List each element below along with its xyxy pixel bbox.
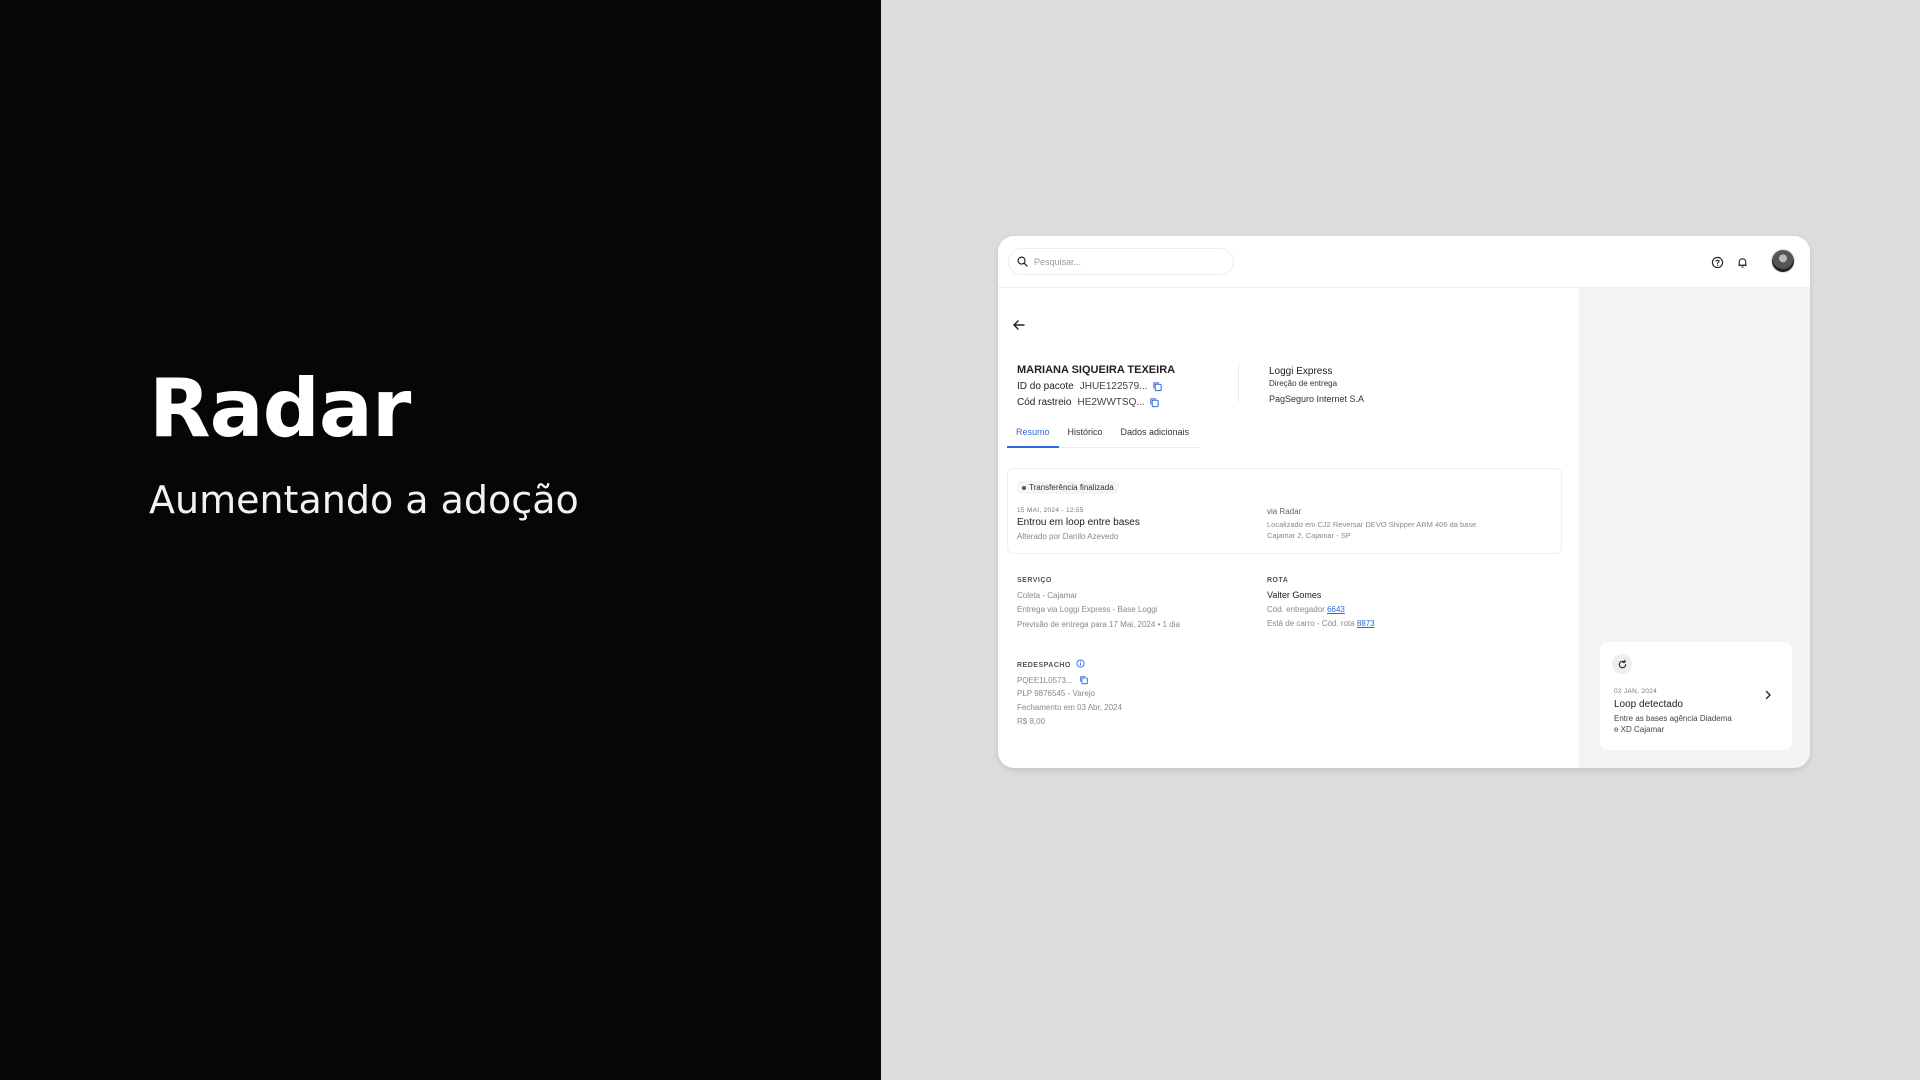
notification-date: 02 JAN, 2024 <box>1614 688 1657 695</box>
tracking-code-value: HE2WWTSQ... <box>1077 397 1145 408</box>
redispatch-closing: Fechamento em 03 Abr, 2024 <box>1017 703 1122 712</box>
redispatch-code: PQEE1L0573... <box>1017 676 1073 685</box>
route-label: ROTA <box>1267 577 1289 584</box>
notification-description-line1: Entre as bases agência Diadema <box>1614 714 1732 723</box>
hero-title: Radar <box>149 362 411 455</box>
tab-historico[interactable]: Histórico <box>1059 424 1112 448</box>
event-date: 15 MAI, 2024 - 12:55 <box>1017 507 1084 514</box>
service-label: SERVIÇO <box>1017 577 1052 584</box>
status-badge: Transferência finalizada <box>1017 481 1119 494</box>
notification-title: Loop detectado <box>1614 699 1683 710</box>
package-id-label: ID do pacote <box>1017 381 1074 392</box>
merchant-name: PagSeguro Internet S.A <box>1269 394 1365 404</box>
loop-notification-card[interactable]: 02 JAN, 2024 Loop detectado Entre as bas… <box>1600 642 1792 750</box>
copy-icon[interactable] <box>1079 675 1089 685</box>
route-code-label: Está de carro - Cód. rota <box>1267 619 1355 628</box>
service-line1: Coleta - Cajamar <box>1017 591 1078 600</box>
event-author: Alterado por Danilo Azevedo <box>1017 532 1119 541</box>
info-icon[interactable] <box>1076 659 1085 668</box>
bell-icon[interactable] <box>1735 255 1749 269</box>
tracking-code-label: Cód rastreio <box>1017 397 1072 408</box>
app-window: MARIANA SIQUEIRA TEXEIRA ID do pacote JH… <box>998 236 1810 768</box>
redispatch-label: REDESPACHO <box>1017 662 1071 669</box>
event-location-line2: Cajamar 2, Cajamar - SP <box>1267 531 1351 540</box>
hero-subtitle: Aumentando a adoção <box>149 478 579 522</box>
notification-description-line2: e XD Cajamar <box>1614 725 1665 734</box>
top-bar <box>998 236 1810 288</box>
search-icon <box>1017 256 1028 267</box>
help-circle-icon[interactable] <box>1710 255 1724 269</box>
event-card: Transferência finalizada 15 MAI, 2024 - … <box>1007 468 1562 554</box>
redispatch-plp: PLP 9876545 - Varejo <box>1017 689 1095 698</box>
tracking-code-row: Cód rastreio HE2WWTSQ... <box>1017 397 1160 408</box>
customer-name: MARIANA SIQUEIRA TEXEIRA <box>1017 364 1176 376</box>
search-input[interactable] <box>1034 256 1214 267</box>
redispatch-price: R$ 8,00 <box>1017 717 1046 726</box>
package-detail: MARIANA SIQUEIRA TEXEIRA ID do pacote JH… <box>998 288 1579 768</box>
driver-code-row: Cód. entregador 6643 <box>1267 605 1345 614</box>
driver-code-label: Cód. entregador <box>1267 605 1325 614</box>
avatar[interactable] <box>1771 249 1795 273</box>
back-arrow-icon[interactable] <box>1012 318 1026 332</box>
chevron-right-icon[interactable] <box>1763 690 1773 700</box>
redispatch-label-row: REDESPACHO <box>1017 659 1085 669</box>
copy-icon[interactable] <box>1149 397 1160 408</box>
status-label: Transferência finalizada <box>1029 483 1114 492</box>
copy-icon[interactable] <box>1152 381 1163 392</box>
status-dot <box>1022 485 1026 490</box>
package-id-value: JHUE122579... <box>1079 381 1148 392</box>
redispatch-code-row: PQEE1L0573... <box>1017 675 1089 685</box>
event-via: via Radar <box>1267 507 1302 516</box>
carrier-name: Loggi Express <box>1269 366 1333 377</box>
divider <box>1238 362 1239 402</box>
event-title: Entrou em loop entre bases <box>1017 517 1140 528</box>
route-code-row: Está de carro - Cód. rota 8873 <box>1267 619 1375 628</box>
tab-bar: Resumo Histórico Dados adicionais <box>1007 424 1200 448</box>
route-code-link[interactable]: 8873 <box>1357 619 1375 628</box>
search-box[interactable] <box>1008 248 1234 275</box>
package-id-row: ID do pacote JHUE122579... <box>1017 381 1163 392</box>
tab-dados-adicionais[interactable]: Dados adicionais <box>1112 424 1199 448</box>
driver-code-link[interactable]: 6643 <box>1327 605 1345 614</box>
refresh-icon <box>1612 654 1632 674</box>
tab-resumo[interactable]: Resumo <box>1007 424 1059 448</box>
driver-name: Valter Gomes <box>1267 590 1322 600</box>
event-location-line1: Localizado em CJ2 Reversar DEVO Shipper … <box>1267 520 1477 529</box>
service-line3: Previsão de entrega para 17 Mai, 2024 • … <box>1017 620 1180 629</box>
delivery-direction: Direção de entrega <box>1269 379 1338 388</box>
service-line2: Entrega via Loggi Express - Base Loggi <box>1017 605 1158 614</box>
hero-panel: Radar Aumentando a adoção <box>0 0 881 1080</box>
